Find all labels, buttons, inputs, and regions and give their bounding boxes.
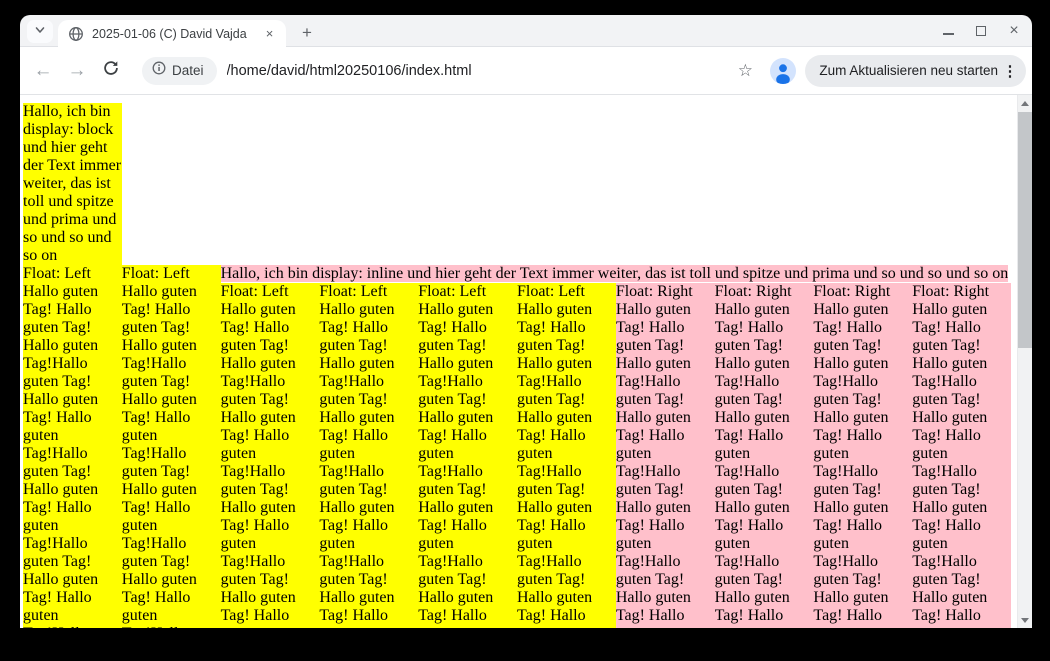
float-left-box: Float: Left Hallo guten Tag! Hallo guten…: [418, 283, 517, 628]
tab-title: 2025-01-06 (C) David Vajda: [92, 27, 257, 41]
close-icon: ×: [1009, 23, 1018, 39]
kebab-menu-icon: ⋮: [1003, 62, 1018, 80]
chevron-down-icon: [34, 23, 46, 41]
bookmark-button[interactable]: ☆: [731, 57, 759, 85]
browser-toolbar: ← →: [20, 47, 1032, 94]
back-arrow-icon: ←: [34, 60, 53, 82]
maximize-button[interactable]: [973, 23, 989, 39]
scrollbar-thumb[interactable]: [1018, 112, 1032, 348]
float-right-box: Float: Right Hallo guten Tag! Hallo gute…: [616, 283, 715, 628]
maximize-icon: [976, 26, 986, 36]
float-left-box: Float: Left Hallo guten Tag! Hallo guten…: [517, 283, 616, 628]
info-icon: [152, 61, 166, 80]
back-button[interactable]: ←: [29, 57, 57, 85]
site-chip-label: Datei: [172, 63, 204, 78]
close-icon: ×: [266, 26, 274, 41]
window-controls: ×: [940, 15, 1022, 47]
float-right-box: Float: Right Hallo guten Tag! Hallo gute…: [813, 283, 912, 628]
browser-menu-button[interactable]: ⋮: [998, 59, 1022, 83]
new-tab-button[interactable]: +: [296, 22, 318, 44]
tab-search-button[interactable]: [27, 20, 53, 43]
person-icon: [770, 58, 796, 84]
vertical-scrollbar[interactable]: [1017, 95, 1032, 628]
float-right-box: Float: Right Hallo guten Tag! Hallo gute…: [912, 283, 1011, 628]
url-text[interactable]: /home/david/html20250106/index.html: [227, 63, 732, 79]
desktop-background: 2025-01-06 (C) David Vajda × + ×: [0, 0, 1050, 661]
triangle-up-icon: [1021, 101, 1029, 106]
tab-close-button[interactable]: ×: [261, 25, 278, 42]
star-icon: ☆: [738, 61, 753, 81]
forward-button[interactable]: →: [63, 57, 91, 85]
float-left-box: Float: Left Hallo guten Tag! Hallo guten…: [122, 265, 221, 628]
relaunch-to-update-button[interactable]: Zum Aktualisieren neu starten ⋮: [805, 55, 1026, 87]
float-right-box: Float: Right Hallo guten Tag! Hallo gute…: [715, 283, 814, 628]
scroll-up-button[interactable]: [1018, 95, 1032, 111]
page-content: Hallo, ich bin display: block und hier g…: [23, 103, 1011, 283]
float-left-box: Float: Left Hallo guten Tag! Hallo guten…: [221, 283, 320, 628]
profile-avatar-button[interactable]: [770, 58, 796, 84]
display-inline-text: Hallo, ich bin display: inline und hier …: [221, 265, 1009, 282]
float-left-box: Float: Left Hallo guten Tag! Hallo guten…: [319, 283, 418, 628]
browser-window: 2025-01-06 (C) David Vajda × + ×: [20, 15, 1032, 628]
reload-button[interactable]: [97, 57, 125, 85]
minimize-icon: [943, 33, 954, 35]
page-viewport: Hallo, ich bin display: block und hier g…: [20, 95, 1032, 628]
relaunch-to-update-label: Zum Aktualisieren neu starten: [819, 63, 998, 78]
globe-icon: [68, 26, 84, 42]
float-left-box: Float: Left Hallo guten Tag! Hallo guten…: [23, 265, 122, 628]
site-info-chip[interactable]: Datei: [142, 57, 217, 85]
active-tab[interactable]: 2025-01-06 (C) David Vajda ×: [58, 20, 286, 47]
triangle-down-icon: [1021, 618, 1029, 623]
reload-icon: [102, 59, 120, 83]
tab-strip: 2025-01-06 (C) David Vajda × + ×: [20, 15, 1032, 47]
plus-icon: +: [302, 23, 312, 43]
address-bar[interactable]: Datei /home/david/html20250106/index.htm…: [138, 55, 761, 87]
close-window-button[interactable]: ×: [1006, 23, 1022, 39]
forward-arrow-icon: →: [68, 60, 87, 82]
scroll-down-button[interactable]: [1018, 612, 1032, 628]
minimize-button[interactable]: [940, 23, 956, 39]
display-block-box: Hallo, ich bin display: block und hier g…: [23, 103, 122, 265]
